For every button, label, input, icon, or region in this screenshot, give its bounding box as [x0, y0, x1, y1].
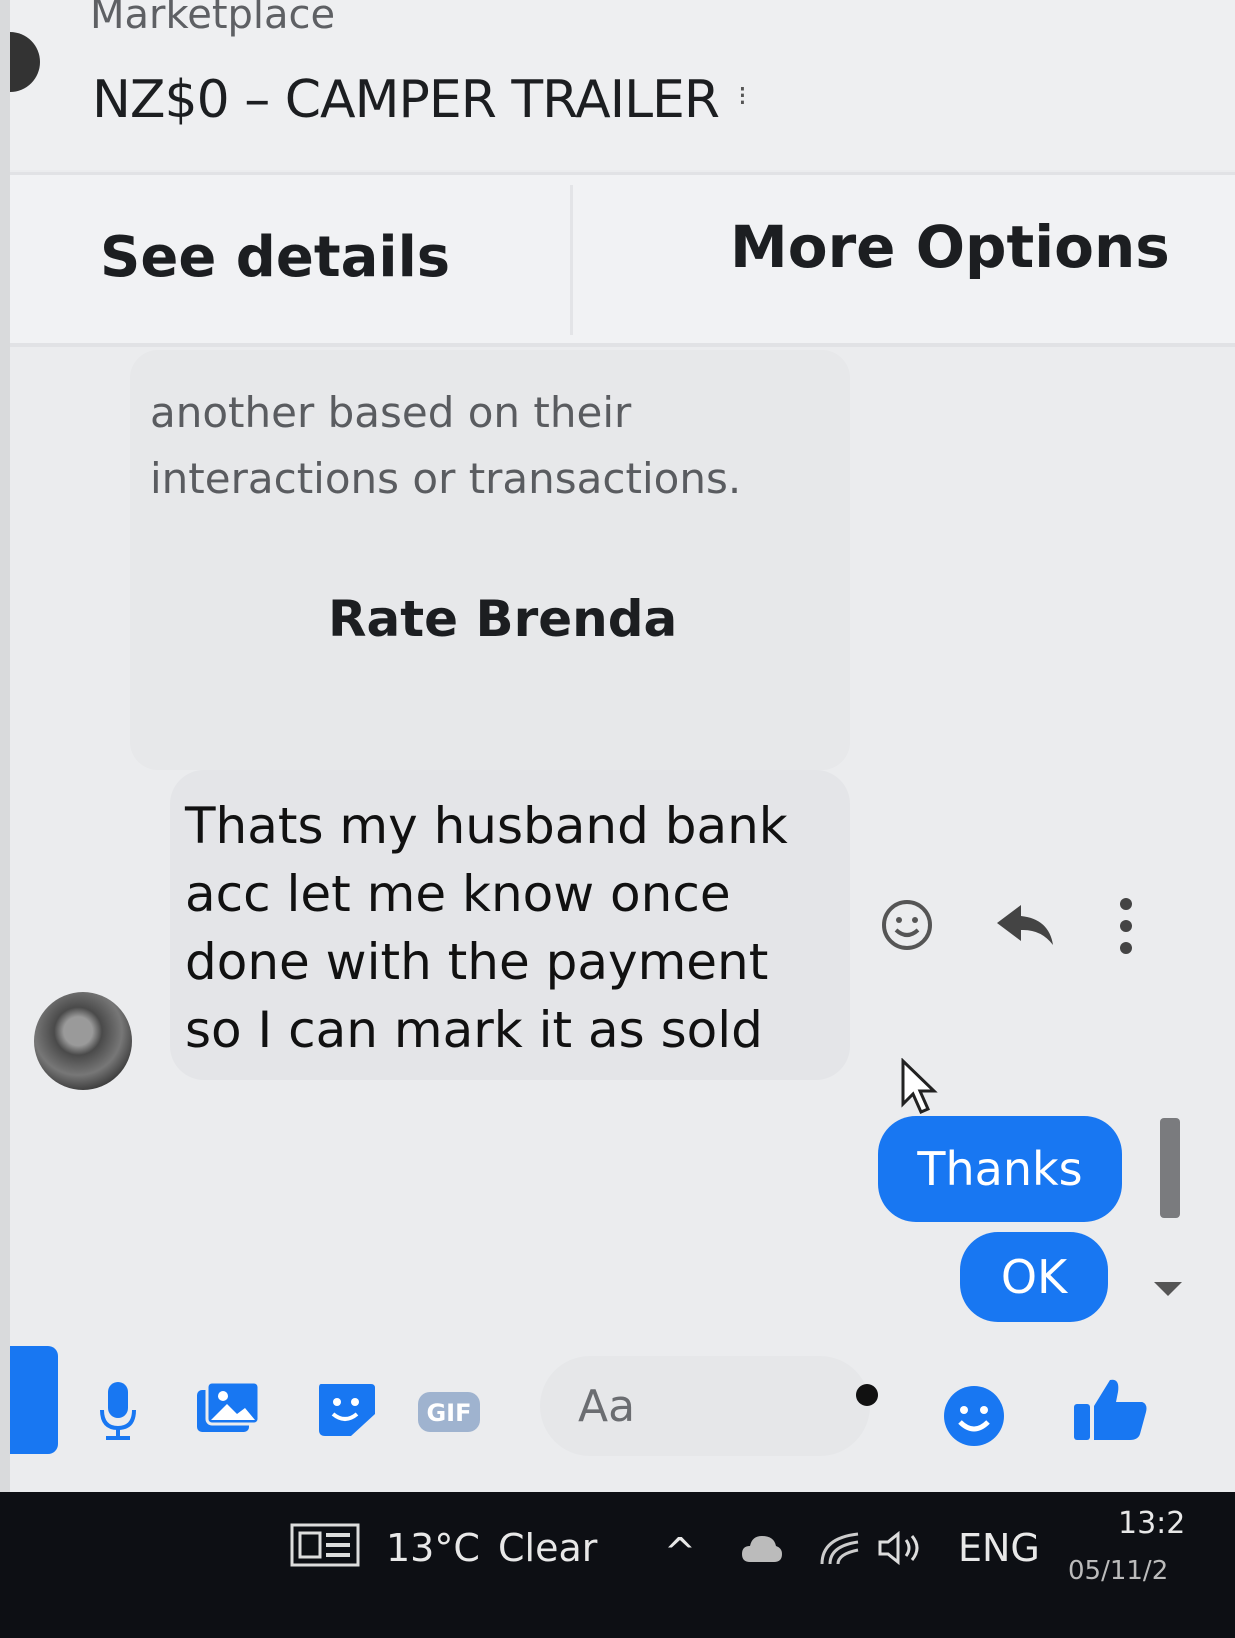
message-line: so I can mark it as sold: [185, 1001, 763, 1059]
message-input[interactable]: [540, 1356, 870, 1456]
mouse-cursor-icon: [901, 1058, 938, 1114]
mic-icon[interactable]: [98, 1380, 138, 1442]
more-icon[interactable]: [1118, 896, 1134, 956]
gif-icon[interactable]: GIF: [416, 1390, 482, 1434]
sender-avatar[interactable]: [34, 992, 132, 1090]
image-icon[interactable]: [195, 1380, 261, 1434]
clock-date[interactable]: 05/11/2: [1068, 1556, 1168, 1586]
divider: [570, 185, 573, 335]
like-icon[interactable]: [1070, 1376, 1150, 1442]
message-line: acc let me know once: [185, 865, 731, 923]
listing-actions: See details More Options: [10, 172, 1235, 347]
see-details-button[interactable]: See details: [100, 225, 450, 290]
emoji-icon[interactable]: [942, 1384, 1006, 1448]
title-menu-icon[interactable]: ⁝: [738, 82, 747, 110]
gif-label: GIF: [426, 1399, 471, 1427]
weather-temperature[interactable]: 13°C: [386, 1526, 480, 1570]
chevron-up-icon[interactable]: ^: [664, 1530, 696, 1574]
header-context: Marketplace: [90, 0, 336, 38]
message-line: Thats my husband bank: [185, 797, 788, 855]
header-avatar[interactable]: [10, 32, 40, 92]
scrollbar-thumb[interactable]: [1160, 1118, 1180, 1218]
messenger-window: Marketplace NZ$0 – CAMPER TRAILER ⁝ See …: [10, 0, 1235, 1560]
incoming-message-text: Thats my husband bank acc let me know on…: [185, 792, 825, 1064]
rating-notice: another based on their interactions or t…: [150, 380, 850, 512]
reply-icon[interactable]: [995, 903, 1055, 947]
notice-line: interactions or transactions.: [150, 454, 742, 503]
message-line: done with the payment: [185, 933, 769, 991]
react-icon[interactable]: [880, 898, 934, 952]
weather-condition[interactable]: Clear: [498, 1526, 597, 1570]
sidebar-tab[interactable]: [10, 1346, 58, 1454]
windows-taskbar: [0, 1492, 1235, 1638]
news-widget-icon[interactable]: [290, 1523, 360, 1567]
sticker-icon[interactable]: [315, 1380, 377, 1438]
outgoing-message-bubble[interactable]: OK: [960, 1232, 1108, 1322]
outgoing-message-bubble[interactable]: Thanks: [878, 1116, 1122, 1222]
cloud-icon[interactable]: [740, 1530, 784, 1566]
wifi-icon[interactable]: [818, 1530, 862, 1566]
rate-seller-button[interactable]: Rate Brenda: [328, 590, 677, 648]
clock-time[interactable]: 13:2: [1118, 1506, 1185, 1541]
notice-line: another based on their: [150, 388, 632, 437]
more-options-button[interactable]: More Options: [730, 213, 1170, 281]
listing-title[interactable]: NZ$0 – CAMPER TRAILER: [92, 70, 720, 130]
language-indicator[interactable]: ENG: [958, 1526, 1040, 1570]
volume-icon[interactable]: [876, 1530, 926, 1566]
status-dot: [856, 1384, 878, 1406]
scroll-down-arrow[interactable]: [1154, 1282, 1182, 1296]
chat-header: Marketplace NZ$0 – CAMPER TRAILER ⁝: [10, 0, 1235, 170]
